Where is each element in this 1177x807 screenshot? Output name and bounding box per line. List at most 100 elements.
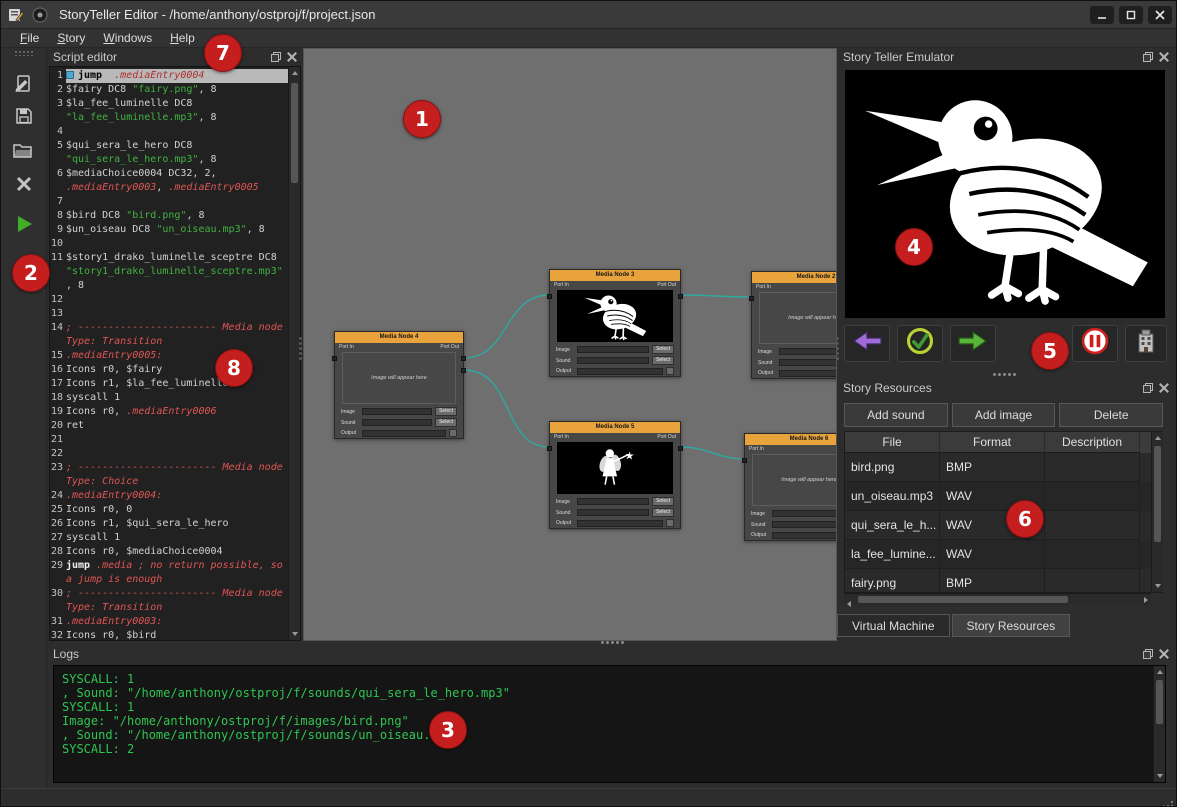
undock-icon[interactable] xyxy=(1143,52,1153,62)
close-button[interactable] xyxy=(1148,6,1172,24)
node-output-button[interactable] xyxy=(449,429,457,437)
close-icon[interactable] xyxy=(1159,383,1169,393)
splitter-handle[interactable] xyxy=(299,337,302,340)
script-editor-titlebar[interactable]: Script editor xyxy=(49,48,301,66)
logs-scrollbar[interactable] xyxy=(1153,666,1165,782)
scroll-down-icon[interactable] xyxy=(1155,584,1161,588)
table-row[interactable]: la_fee_lumine...WAV xyxy=(845,540,1162,569)
node-sound-select-button[interactable]: Select xyxy=(435,418,457,427)
table-row[interactable]: fairy.pngBMP xyxy=(845,569,1162,593)
scrollbar-thumb[interactable] xyxy=(858,596,1068,603)
node-sound-select-button[interactable]: Select xyxy=(652,356,674,365)
minimize-button[interactable] xyxy=(1090,6,1114,24)
node-output-button[interactable] xyxy=(666,367,674,375)
scroll-up-icon[interactable] xyxy=(292,71,298,75)
splitter-handle[interactable] xyxy=(993,373,996,376)
node-image-field[interactable] xyxy=(772,510,837,517)
table-row[interactable]: un_oiseau.mp3WAV xyxy=(845,482,1162,511)
menu-item-file[interactable]: File xyxy=(11,29,48,47)
undock-icon[interactable] xyxy=(1143,649,1153,659)
media-node[interactable]: Media Node 3Port InPort OutImageSelectSo… xyxy=(549,269,681,377)
dock-tab-story-resources[interactable]: Story Resources xyxy=(952,614,1071,637)
node-output-field[interactable] xyxy=(772,532,837,539)
scrollbar-thumb[interactable] xyxy=(291,83,298,183)
media-node[interactable]: Media Node 4Port InPort OutImage will ap… xyxy=(334,331,464,439)
node-image-field[interactable] xyxy=(362,408,432,415)
output-port[interactable] xyxy=(678,294,683,299)
logs-titlebar[interactable]: Logs xyxy=(49,645,1173,663)
scroll-left-icon[interactable] xyxy=(847,601,851,607)
node-sound-select-button[interactable]: Select xyxy=(652,508,674,517)
table-row[interactable]: qui_sera_le_h...WAV xyxy=(845,511,1162,540)
column-header-description[interactable]: Description xyxy=(1045,432,1140,453)
input-port[interactable] xyxy=(742,458,747,463)
undock-icon[interactable] xyxy=(271,52,281,62)
scroll-up-icon[interactable] xyxy=(1157,670,1163,674)
node-image-field[interactable] xyxy=(779,348,837,355)
resources-table[interactable]: FileFormatDescription bird.pngBMPun_oise… xyxy=(844,431,1163,593)
run-story-button[interactable] xyxy=(7,210,41,238)
node-sound-field[interactable] xyxy=(577,509,649,516)
output-port[interactable] xyxy=(461,368,466,373)
media-node[interactable]: Media Node 5Port InPort OutImageSelectSo… xyxy=(549,421,681,529)
undock-icon[interactable] xyxy=(1143,383,1153,393)
script-editor[interactable]: 1jump .mediaEntry00042$fairy DC8 "fairy.… xyxy=(49,66,301,641)
toolbar-grip[interactable] xyxy=(15,51,33,56)
back-button[interactable] xyxy=(844,325,890,362)
resources-hscrollbar[interactable] xyxy=(844,593,1151,605)
scroll-up-icon[interactable] xyxy=(1155,436,1161,440)
node-sound-field[interactable] xyxy=(362,419,432,426)
node-output-button[interactable] xyxy=(666,519,674,527)
dock-tab-virtual-machine[interactable]: Virtual Machine xyxy=(837,614,950,637)
media-node[interactable]: Media Node 2Port InPort OutImage will ap… xyxy=(751,271,837,379)
splitter-handle[interactable] xyxy=(836,337,839,340)
close-icon[interactable] xyxy=(1159,52,1169,62)
node-output-field[interactable] xyxy=(779,370,837,377)
output-port[interactable] xyxy=(461,356,466,361)
node-sound-field[interactable] xyxy=(779,359,837,366)
add-image-button[interactable]: Add image xyxy=(952,403,1056,427)
menu-item-windows[interactable]: Windows xyxy=(94,29,161,47)
node-output-field[interactable] xyxy=(362,430,446,437)
save-button[interactable] xyxy=(7,102,41,130)
resources-vscrollbar[interactable] xyxy=(1151,432,1163,592)
scrollbar-thumb[interactable] xyxy=(1154,446,1161,542)
column-header-format[interactable]: Format xyxy=(940,432,1045,453)
node-image-select-button[interactable]: Select xyxy=(652,497,674,506)
pause-button[interactable] xyxy=(1072,325,1118,362)
input-port[interactable] xyxy=(547,446,552,451)
splitter-handle[interactable] xyxy=(601,641,604,644)
node-image-field[interactable] xyxy=(577,346,649,353)
menu-item-help[interactable]: Help xyxy=(161,29,204,47)
input-port[interactable] xyxy=(749,296,754,301)
maximize-button[interactable] xyxy=(1119,6,1143,24)
script-scrollbar[interactable] xyxy=(288,67,300,640)
node-graph-canvas[interactable]: Media Node 4Port InPort OutImage will ap… xyxy=(303,48,837,641)
menu-item-story[interactable]: Story xyxy=(48,29,94,47)
scroll-down-icon[interactable] xyxy=(1157,774,1163,778)
confirm-button[interactable] xyxy=(897,325,943,362)
column-header-file[interactable]: File xyxy=(845,432,940,453)
delete-button[interactable]: Delete xyxy=(1059,403,1163,427)
home-button[interactable] xyxy=(1125,325,1167,362)
logs-console[interactable]: SYSCALL: 1, Sound: "/home/anthony/ostpro… xyxy=(53,665,1166,783)
media-node[interactable]: Media Node 6Port InPort OutImage will ap… xyxy=(744,433,837,541)
node-image-field[interactable] xyxy=(577,498,649,505)
input-port[interactable] xyxy=(332,356,337,361)
scroll-right-icon[interactable] xyxy=(1144,597,1148,603)
script-code-lines[interactable]: 1jump .mediaEntry00042$fairy DC8 "fairy.… xyxy=(50,67,288,640)
title-bar[interactable]: StoryTeller Editor - /home/anthony/ostpr… xyxy=(1,1,1177,29)
table-row[interactable]: bird.pngBMP xyxy=(845,453,1162,482)
close-icon[interactable] xyxy=(1159,649,1169,659)
node-image-select-button[interactable]: Select xyxy=(652,345,674,354)
node-image-select-button[interactable]: Select xyxy=(435,407,457,416)
node-sound-field[interactable] xyxy=(772,521,837,528)
new-script-button[interactable] xyxy=(7,70,41,98)
node-output-field[interactable] xyxy=(577,520,663,527)
output-port[interactable] xyxy=(678,446,683,451)
scroll-down-icon[interactable] xyxy=(292,632,298,636)
input-port[interactable] xyxy=(547,294,552,299)
open-project-button[interactable] xyxy=(7,136,41,164)
resources-titlebar[interactable]: Story Resources xyxy=(839,379,1173,397)
node-output-field[interactable] xyxy=(577,368,663,375)
